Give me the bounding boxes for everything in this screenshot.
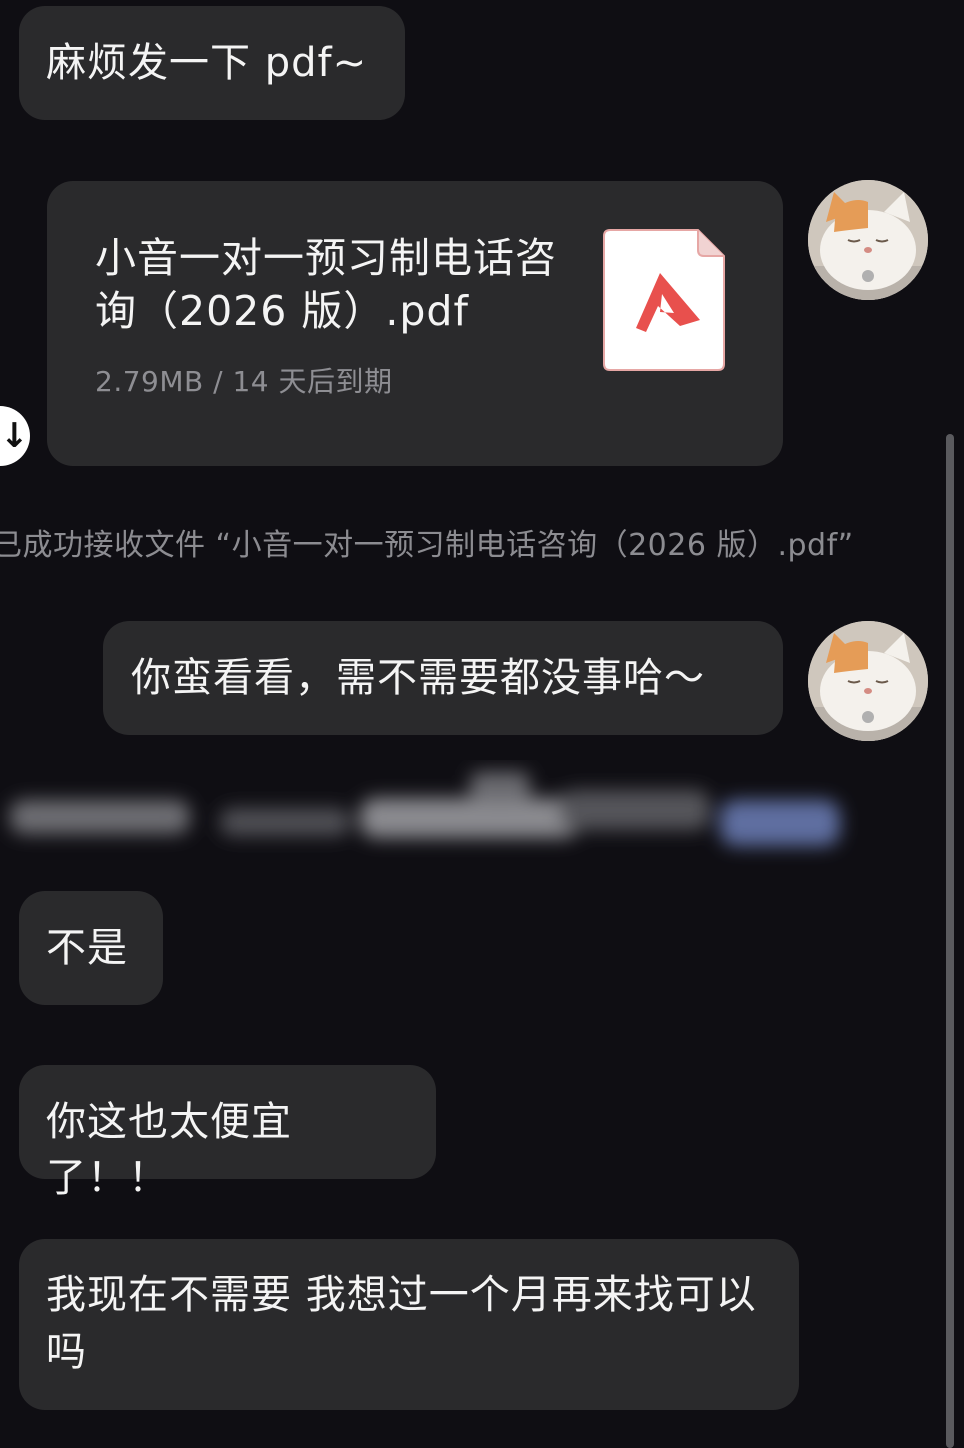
- message-text: 麻烦发一下 pdf~: [46, 40, 368, 86]
- download-icon: ↓: [0, 416, 29, 456]
- outgoing-message-bubble[interactable]: 你蛮看看，需不需要都没事哈～: [103, 621, 783, 735]
- cat-avatar-image: [808, 621, 928, 741]
- file-message-card[interactable]: 小音一对一预习制电话咨询（2026 版）.pdf 2.79MB / 14 天后到…: [47, 181, 783, 466]
- incoming-message-bubble[interactable]: 麻烦发一下 pdf~: [19, 6, 405, 120]
- incoming-message-bubble[interactable]: 你这也太便宜了！！: [19, 1065, 436, 1201]
- incoming-message-bubble[interactable]: 我现在不需要 我想过一个月再来找可以吗: [19, 1239, 799, 1410]
- message-text: 我现在不需要 我想过一个月再来找可以吗: [46, 1272, 757, 1375]
- cat-avatar[interactable]: [808, 621, 928, 741]
- message-text: 你这也太便宜了！！: [46, 1099, 292, 1201]
- scrollbar[interactable]: [946, 434, 954, 1448]
- message-text: 不是: [46, 925, 128, 971]
- redacted-content: [10, 772, 840, 846]
- incoming-message-bubble[interactable]: 不是: [19, 891, 163, 1005]
- system-note: 已成功接收文件 “小音一对一预习制电话咨询（2026 版）.pdf”: [0, 528, 854, 563]
- file-meta: 2.79MB / 14 天后到期: [95, 365, 393, 398]
- cat-avatar[interactable]: [808, 180, 928, 300]
- file-name: 小音一对一预习制电话咨询（2026 版）.pdf: [95, 234, 557, 335]
- cat-avatar-image: [808, 180, 928, 300]
- message-text: 你蛮看看，需不需要都没事哈～: [131, 655, 705, 701]
- chat-screen: { "messages": { "m1": "麻烦发一下 pdf~", "fil…: [0, 0, 964, 1448]
- pdf-icon: [603, 229, 725, 371]
- download-button[interactable]: ↓: [0, 406, 30, 466]
